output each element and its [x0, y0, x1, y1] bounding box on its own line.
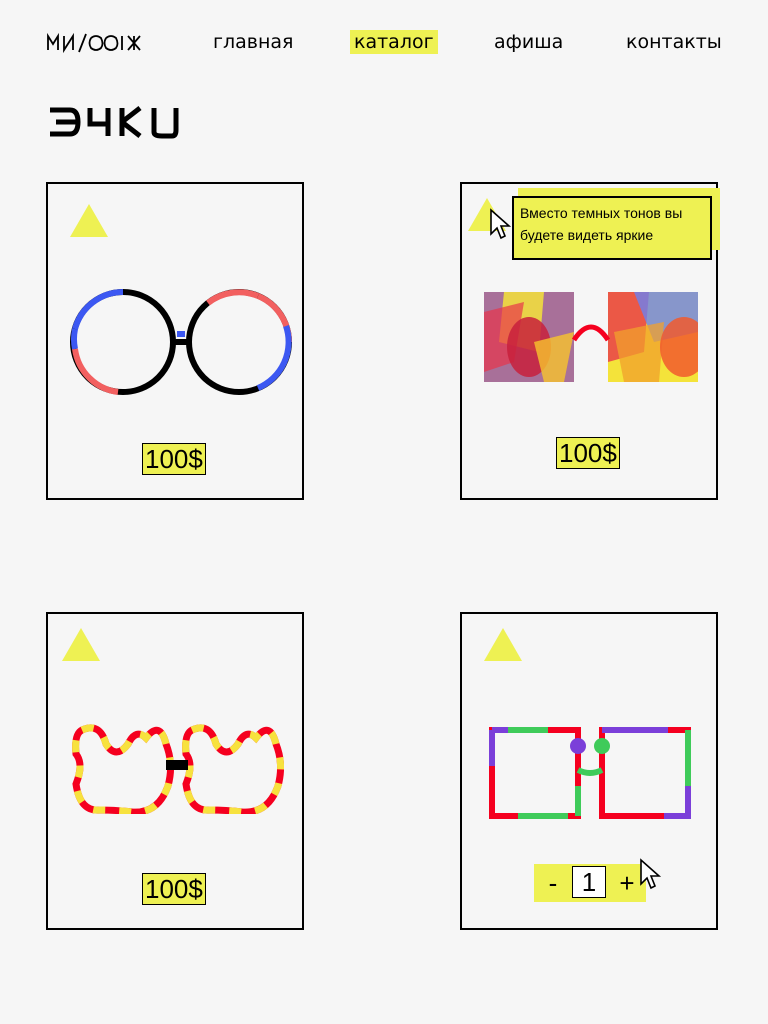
nav-item-contacts[interactable]: контакты [622, 30, 726, 54]
square-colorful-glasses-icon [484, 292, 698, 382]
nav-item-home[interactable]: главная [209, 30, 297, 54]
cursor-arrow-icon [490, 208, 512, 240]
price-tag: 100$ [142, 443, 206, 475]
quantity-value[interactable]: 1 [572, 866, 606, 898]
square-frame-glasses-icon [489, 727, 691, 819]
quantity-stepper: - 1 + [534, 864, 646, 902]
cursor-arrow-icon [640, 858, 662, 890]
round-glasses-icon [70, 289, 292, 395]
price-tag: 100$ [556, 437, 620, 469]
triangle-icon [484, 628, 522, 661]
quantity-decrease-button[interactable]: - [536, 864, 570, 902]
wavy-glasses-icon [70, 722, 284, 814]
main-nav: главная каталог афиша контакты [0, 30, 768, 58]
nav-item-catalog[interactable]: каталог [350, 30, 438, 54]
triangle-icon [62, 628, 100, 661]
tooltip: Вместо темных тонов вы будете видеть ярк… [512, 196, 712, 260]
page-title [50, 106, 179, 139]
price-tag: 100$ [142, 873, 206, 905]
triangle-icon [70, 204, 108, 237]
nav-item-events[interactable]: афиша [490, 30, 567, 54]
